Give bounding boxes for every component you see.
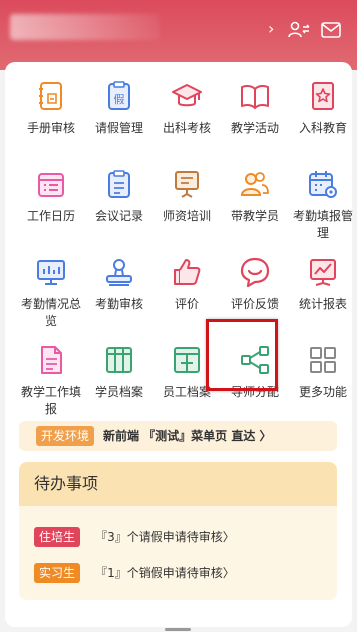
menu-item-teaching-work-report[interactable]: 教学工作填报 xyxy=(17,344,85,418)
thumbs-up-icon xyxy=(174,259,201,285)
menu-item-work-calendar[interactable]: 工作日历 xyxy=(17,168,85,225)
menu-item-leave-management[interactable]: 假 请假管理 xyxy=(85,80,153,137)
menu-label: 会议记录 xyxy=(94,209,143,223)
menu-label: 入科教育 xyxy=(298,121,347,135)
switch-user-icon[interactable] xyxy=(288,21,310,39)
todo-item-text[interactable]: 『1』个销假申请待审核〉 xyxy=(95,563,235,583)
menu-label: 工作日历 xyxy=(26,209,75,223)
menu-item-meeting-records[interactable]: 会议记录 xyxy=(85,168,153,225)
highlight-box xyxy=(206,319,278,391)
chevron-right-icon[interactable]: › xyxy=(268,19,274,38)
menu-label: 出科考核 xyxy=(162,121,211,135)
leave-icon: 假 xyxy=(108,81,130,110)
menu-item-dept-orientation[interactable]: 入科教育 xyxy=(289,80,357,137)
svg-text:假: 假 xyxy=(114,92,125,106)
menu-item-attendance-overview[interactable]: 考勤情况总览 xyxy=(17,256,85,330)
dev-env-bar[interactable]: 开发环境 新前端 『测试』菜单页 直达 〉 xyxy=(19,421,337,451)
todo-item-text[interactable]: 『3』个请假申请待审核〉 xyxy=(95,527,235,547)
menu-label: 考勤审核 xyxy=(94,297,143,311)
menu-item-dept-exam[interactable]: 出科考核 xyxy=(153,80,221,137)
grid-icon xyxy=(310,347,336,373)
menu-item-teaching-activity[interactable]: 教学活动 xyxy=(221,80,289,137)
todo-panel: 待办事项 住培生 『3』个请假申请待审核〉 实习生 『1』个销假申请待审核〉 xyxy=(19,462,337,600)
menu-label: 考勤填报管理 xyxy=(292,209,353,240)
home-indicator xyxy=(165,628,191,631)
menu-item-more-functions[interactable]: 更多功能 xyxy=(289,344,357,401)
line-chart-icon xyxy=(310,259,336,286)
todo-title: 待办事项 xyxy=(19,462,337,506)
dev-env-link[interactable]: 新前端 『测试』菜单页 直达 〉 xyxy=(103,427,272,445)
training-board-icon xyxy=(175,171,199,198)
resident-tag: 住培生 xyxy=(34,526,81,547)
todo-item[interactable]: 实习生 『1』个销假申请待审核〉 xyxy=(34,562,235,584)
menu-label: 带教学员 xyxy=(230,209,279,223)
menu-label: 评价 xyxy=(174,297,199,311)
menu-label: 教学工作填报 xyxy=(20,385,81,416)
menu-item-attendance-management[interactable]: 考勤填报管理 xyxy=(289,168,357,242)
menu-item-student-archive[interactable]: 学员档案 xyxy=(85,344,153,401)
calendar-list-icon xyxy=(38,173,64,197)
mail-icon[interactable] xyxy=(320,21,342,39)
menu-label: 请假管理 xyxy=(94,121,143,135)
menu-label: 更多功能 xyxy=(298,385,347,399)
menu-item-handbook-review[interactable]: 手册审核 xyxy=(17,80,85,137)
menu-item-statistics-report[interactable]: 统计报表 xyxy=(289,256,357,313)
archive-grid-icon xyxy=(106,347,132,373)
menu-label: 教学活动 xyxy=(230,121,279,135)
menu-item-attendance-review[interactable]: 考勤审核 xyxy=(85,256,153,313)
menu-item-mentored-students[interactable]: 带教学员 xyxy=(221,168,289,225)
todo-item[interactable]: 住培生 『3』个请假申请待审核〉 xyxy=(34,526,235,548)
menu-label: 考勤情况总览 xyxy=(20,297,81,328)
menu-label: 手册审核 xyxy=(26,121,75,135)
book-icon xyxy=(241,84,269,109)
graduation-cap-icon xyxy=(172,84,202,107)
star-book-icon xyxy=(312,82,334,110)
menu-item-faculty-training[interactable]: 师资培训 xyxy=(153,168,221,225)
main-card: 手册审核 假 请假管理 出科考核 教学活动 入科教育 工作日历 会议记录 师资培… xyxy=(5,62,353,627)
menu-label: 评价反馈 xyxy=(230,297,279,311)
menu-item-evaluation-feedback[interactable]: 评价反馈 xyxy=(221,256,289,313)
handbook-icon xyxy=(39,82,62,110)
smile-chat-icon xyxy=(240,257,270,288)
chart-screen-icon xyxy=(37,260,65,285)
dev-env-tag: 开发环境 xyxy=(36,426,95,446)
menu-item-evaluation[interactable]: 评价 xyxy=(153,256,221,313)
clipboard-icon xyxy=(108,170,130,198)
intern-tag: 实习生 xyxy=(34,562,81,583)
menu-label: 师资培训 xyxy=(162,209,211,223)
students-icon xyxy=(240,172,269,196)
user-name-blurred[interactable] xyxy=(10,14,160,40)
menu-label: 统计报表 xyxy=(298,297,347,311)
top-header: › xyxy=(0,0,357,70)
archive-plus-icon xyxy=(174,347,200,373)
menu-label: 学员档案 xyxy=(94,385,143,399)
calendar-settings-icon xyxy=(309,171,337,198)
stamp-icon xyxy=(106,259,132,286)
document-icon xyxy=(41,346,62,374)
